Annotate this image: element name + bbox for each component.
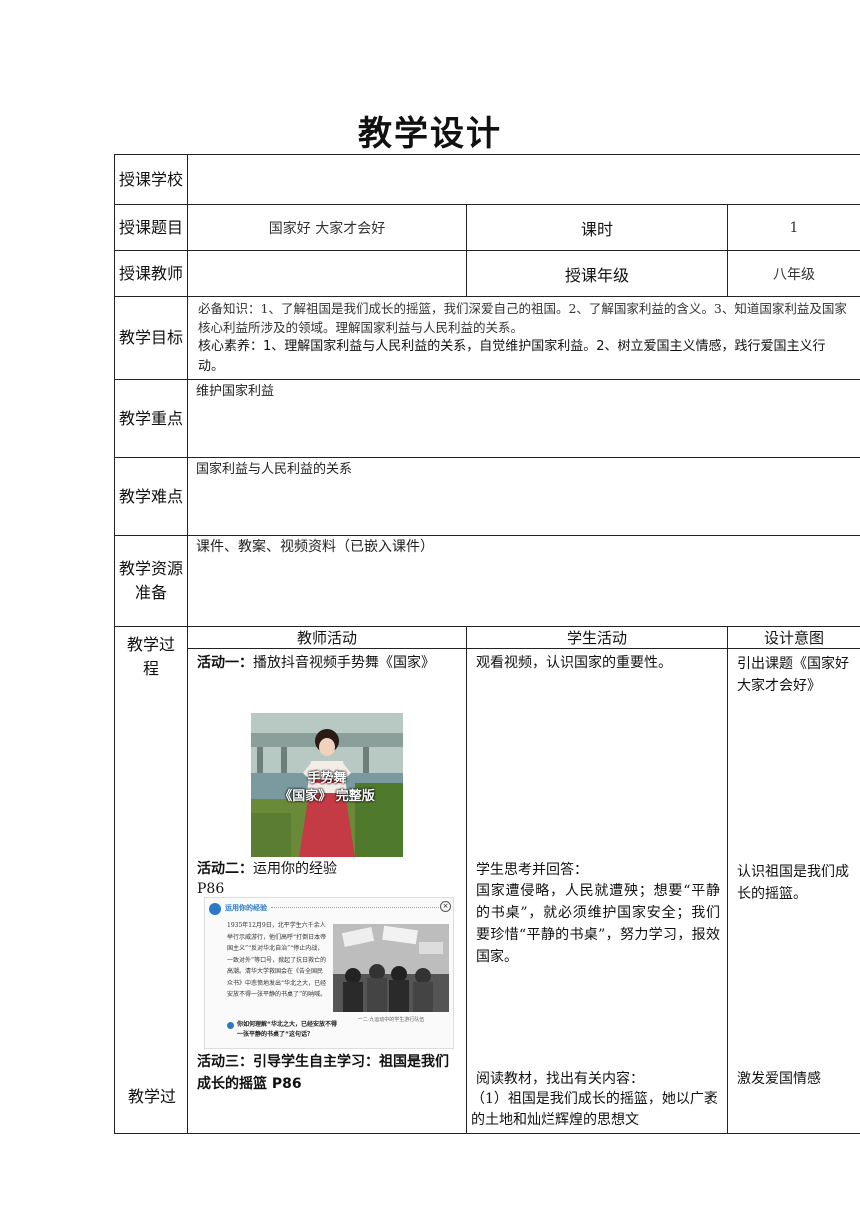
textbook-passage: 1935年12月9日，北平学生六千余人举行示威游行，他们高呼“打倒日本帝国主义”… [227, 922, 327, 998]
teacher-activity-header: 教师活动 [187, 626, 467, 649]
activity-2-label: 活动二： [197, 861, 253, 877]
key-label: 教学重点 [114, 379, 188, 458]
topic-value: 国家好 大家才会好 [187, 204, 467, 251]
textbook-header-rule [271, 907, 439, 908]
question-bullet-icon [227, 1022, 234, 1029]
grade-value: 八年级 [726, 250, 860, 297]
textbook-header: 运用你的经验 [225, 904, 267, 912]
textbook-logo-icon [209, 903, 221, 915]
resources-value: 课件、教案、视频资料（已嵌入课件） [186, 535, 860, 627]
lesson-plan-table: 授课学校 授课题目 国家好 大家才会好 课时 1 授课教师 授课年级 八年级 教… [114, 154, 860, 1134]
difficult-row: 教学难点 国家利益与人民利益的关系 [114, 457, 860, 536]
student-march-photo-illustration [333, 924, 449, 1012]
process-header-row: 教学过程 教学过 教师活动 学生活动 设计意图 [114, 626, 860, 1134]
difficult-value: 国家利益与人民利益的关系 [186, 457, 860, 536]
topic-row: 授课题目 国家好 大家才会好 课时 1 [114, 204, 860, 251]
grade-label: 授课年级 [466, 250, 728, 297]
student-activity-3-intro: 阅读教材，找出有关内容： [476, 1071, 644, 1087]
school-row: 授课学校 [114, 154, 860, 205]
photo-caption: 一二·九运动中的学生游行队伍 [357, 1017, 425, 1023]
resources-label: 教学资源准备 [114, 535, 188, 627]
process-label-continued: 教学过 [127, 1087, 176, 1106]
goals-competency: 核心素养：1、理解国家利益与人民利益的关系，自觉维护国家利益。2、树立爱国主义情… [198, 339, 826, 374]
goals-knowledge: 必备知识：1、了解祖国是我们成长的摇篮，我们深爱自己的祖国。2、了解国家利益的含… [198, 301, 847, 335]
difficult-label: 教学难点 [114, 457, 188, 536]
key-row: 教学重点 维护国家利益 [114, 379, 860, 458]
teacher-label: 授课教师 [114, 250, 188, 297]
process-body-row: 活动一：播放抖音视频手势舞《国家》 手势舞 《国家》 完整版 活动二：运用你的经… [115, 648, 860, 1134]
period-value: 1 [726, 204, 860, 251]
key-value: 维护国家利益 [186, 379, 860, 458]
video-thumbnail[interactable]: 手势舞 《国家》 完整版 [251, 713, 403, 857]
student-march-photo [333, 924, 449, 1012]
intent-2: 认识祖国是我们成长的摇篮。 [737, 864, 849, 902]
activity-3: 活动三：引导学生自主学习：祖国是我们成长的摇篮 P86 [197, 1054, 449, 1092]
student-activity-3-text: （1）祖国是我们成长的摇篮，她以广袤的土地和灿烂辉煌的思想文 [471, 1091, 718, 1128]
teacher-row: 授课教师 授课年级 八年级 [114, 250, 860, 297]
activity-1-text: 播放抖音视频手势舞《国家》 [253, 655, 435, 671]
period-label: 课时 [466, 204, 728, 251]
teacher-value [187, 250, 467, 297]
textbook-question: 你如何理解“华北之大，已经安放不得一张平静的书桌了”这句话？ [237, 1021, 337, 1038]
activity-2: 活动二：运用你的经验 [197, 859, 447, 880]
video-caption-line-1: 手势舞 [307, 771, 347, 786]
video-caption-line-2: 《国家》 完整版 [279, 789, 375, 804]
activity-1-label: 活动一： [197, 655, 253, 671]
student-activity-2-title: 学生思考并回答： [476, 862, 588, 878]
student-activity-1: 观看视频，认识国家的重要性。 [476, 655, 672, 671]
activity-1: 活动一：播放抖音视频手势舞《国家》 [197, 653, 447, 674]
student-activity-header: 学生活动 [466, 626, 728, 649]
student-activity-2-text: 国家遭侵略，人民就遭殃；想要“平静的书桌”，就必须维护国家安全；我们要珍惜“平静… [476, 883, 720, 965]
intent-1: 引出课题《国家好 大家才会好》 [737, 656, 849, 694]
textbook-excerpt: 运用你的经验 × 1935年12月9日，北平学生六千余人举行示威游行，他们高呼“… [204, 897, 454, 1049]
resources-row: 教学资源准备 课件、教案、视频资料（已嵌入课件） [114, 535, 860, 627]
school-label: 授课学校 [114, 154, 188, 205]
goals-row: 教学目标 必备知识：1、了解祖国是我们成长的摇篮，我们深爱自己的祖国。2、了解国… [114, 296, 860, 380]
design-intent-header: 设计意图 [726, 626, 860, 649]
topic-label: 授课题目 [114, 204, 188, 251]
process-label: 教学过程 [126, 635, 175, 678]
intent-3: 激发爱国情感 [737, 1071, 821, 1087]
close-icon[interactable]: × [440, 901, 451, 912]
goals-label: 教学目标 [114, 296, 188, 380]
school-value [186, 154, 860, 205]
activity-2-text: 运用你的经验 [253, 861, 337, 877]
page-title: 教学设计 [358, 114, 502, 154]
